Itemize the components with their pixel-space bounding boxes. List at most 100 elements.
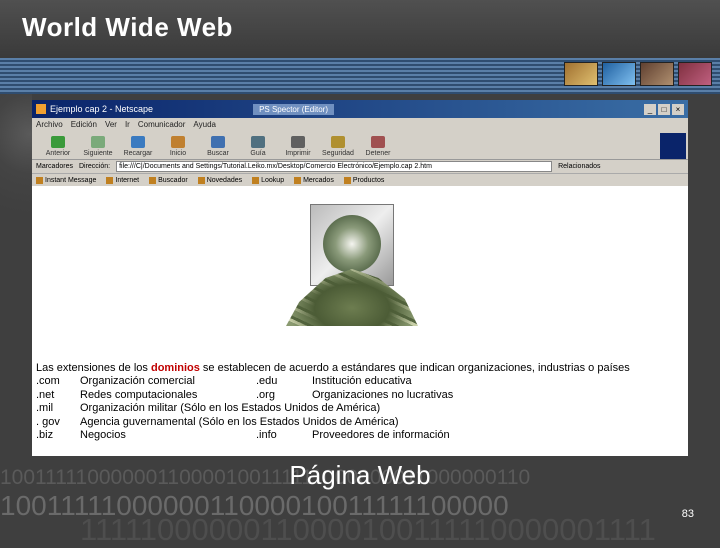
toolbar-label: Inicio xyxy=(169,150,187,157)
binary-decoration: 11111000000110000100111110000001111 xyxy=(80,512,656,547)
domain-extension: .info xyxy=(256,429,277,442)
domain-description: Organizaciones no lucrativas xyxy=(312,388,454,401)
bookmark-icon xyxy=(252,176,260,184)
domains-link[interactable]: dominios xyxy=(151,362,200,374)
netscape-window-icon xyxy=(36,104,46,114)
netscape-logo-icon xyxy=(660,133,686,159)
search-icon xyxy=(211,136,225,148)
domain-extension: .net xyxy=(36,388,55,401)
thumbnail-image xyxy=(602,62,636,86)
siguiente-button[interactable]: Siguiente xyxy=(78,136,118,159)
menu-item[interactable]: Comunicador xyxy=(138,120,186,129)
bookmark-icon xyxy=(197,176,205,184)
menu-item[interactable]: Edición xyxy=(71,120,97,129)
domain-info: Las extensiones de los dominios se estab… xyxy=(36,362,630,442)
bookmark-link[interactable]: Novedades xyxy=(197,176,242,184)
slide-title: World Wide Web xyxy=(22,12,233,42)
toolbar-label: Imprimir xyxy=(285,150,311,157)
toolbar-label: Anterior xyxy=(45,150,71,157)
bookmark-link[interactable]: Lookup xyxy=(252,176,284,184)
domain-description: Agencia guvernamental (Sólo en los Estad… xyxy=(80,415,399,428)
bookmark-link[interactable]: Internet xyxy=(106,176,139,184)
menu-item[interactable]: Archivo xyxy=(36,120,63,129)
related-button[interactable]: Relacionados xyxy=(558,163,600,170)
toolbar-label: Siguiente xyxy=(83,150,113,157)
guide-icon xyxy=(251,136,265,148)
domain-extension: .com xyxy=(36,375,60,388)
toolbar-label: Detener xyxy=(365,150,391,157)
guía-button[interactable]: Guía xyxy=(238,136,278,159)
slide-header: World Wide Web xyxy=(0,0,720,58)
slide-number: 83 xyxy=(681,508,694,520)
domain-row: .mil Organización militar (Sólo en los Es… xyxy=(36,402,630,415)
domain-row: .net Redes computacionales .org Organizacio… xyxy=(36,389,630,402)
menu-bar: Archivo Edición Ver Ir Comunicador Ayuda xyxy=(32,118,688,131)
domain-extension: .edu xyxy=(256,375,278,388)
domain-extension: . gov xyxy=(36,415,60,428)
toolbar-label: Guía xyxy=(250,150,266,157)
maximize-icon[interactable]: □ xyxy=(658,103,670,115)
bookmark-link[interactable]: Productos xyxy=(343,176,384,184)
web-page-content: Las extensiones de los dominios se estab… xyxy=(32,186,688,456)
domain-row: .biz Negocios .info Proveedores de informac… xyxy=(36,429,630,442)
seguridad-button[interactable]: Seguridad xyxy=(318,136,358,159)
window-controls: _ □ × xyxy=(644,103,684,115)
thumbnail-image xyxy=(564,62,598,86)
domain-extension: .org xyxy=(256,388,275,401)
slide-caption: Página Web xyxy=(289,460,431,490)
recargar-button[interactable]: Recargar xyxy=(118,136,158,159)
buscar-button[interactable]: Buscar xyxy=(198,136,238,159)
money-pile-image xyxy=(286,269,418,326)
thumbnail-image xyxy=(678,62,712,86)
domain-description: Organización comercial xyxy=(80,375,195,388)
reload-icon xyxy=(131,136,145,148)
anterior-button[interactable]: Anterior xyxy=(38,136,78,159)
toolbar-label: Seguridad xyxy=(322,150,354,157)
bookmark-link[interactable]: Instant Message xyxy=(36,176,96,184)
bookmark-icon xyxy=(294,176,302,184)
menu-item[interactable]: Ver xyxy=(105,120,117,129)
bookmark-link[interactable]: Buscador xyxy=(149,176,188,184)
minimize-icon[interactable]: _ xyxy=(644,103,656,115)
thumbnail-image xyxy=(640,62,674,86)
domain-description: Organización militar (Sólo en los Estado… xyxy=(80,402,381,415)
address-bar: Marcadores Dirección: file:///C|/Documen… xyxy=(32,160,688,174)
decorative-swirl xyxy=(0,94,32,454)
print-icon xyxy=(291,136,305,148)
domain-intro: Las extensiones de los dominios se estab… xyxy=(36,362,630,374)
domain-extension: .mil xyxy=(36,402,54,415)
detener-button[interactable]: Detener xyxy=(358,136,398,159)
inicio-button[interactable]: Inicio xyxy=(158,136,198,159)
bookmark-icon xyxy=(343,176,351,184)
lock-icon xyxy=(331,136,345,148)
address-input[interactable]: file:///C|/Documents and Settings/Tutori… xyxy=(116,161,553,172)
header-thumbnails xyxy=(564,62,712,86)
forward-arrow-icon xyxy=(91,136,105,148)
domain-row: .com Organización comercial .edu Institució… xyxy=(36,375,630,388)
browser-window: Ejemplo cap 2 - Netscape PS Spector (Edi… xyxy=(32,100,688,456)
menu-item[interactable]: Ir xyxy=(125,120,130,129)
bookmark-icon xyxy=(36,176,43,184)
toolbar-label: Recargar xyxy=(123,150,153,157)
domain-description: Proveedores de información xyxy=(312,429,450,442)
domain-extension: .biz xyxy=(36,429,54,442)
domain-description: Redes computacionales xyxy=(80,388,198,401)
bookmark-link[interactable]: Mercados xyxy=(294,176,334,184)
stop-icon xyxy=(371,136,385,148)
bookmark-icon xyxy=(149,176,157,184)
domain-description: Institución educativa xyxy=(312,375,412,388)
browser-titlebar: Ejemplo cap 2 - Netscape PS Spector (Edi… xyxy=(32,100,688,118)
address-label: Dirección: xyxy=(78,163,111,170)
close-icon[interactable]: × xyxy=(672,103,684,115)
back-arrow-icon xyxy=(51,136,65,148)
toolbar-label: Buscar xyxy=(207,150,229,157)
imprimir-button[interactable]: Imprimir xyxy=(278,136,318,159)
navigation-toolbar: Anterior Siguiente Recargar Inicio Buscar Guí… xyxy=(32,131,688,160)
menu-item[interactable]: Ayuda xyxy=(193,120,216,129)
domain-list: .com Organización comercial .edu Institució… xyxy=(36,375,630,442)
home-icon xyxy=(171,136,185,148)
bookmark-icon xyxy=(106,176,114,184)
bookmarks-button[interactable]: Marcadores xyxy=(36,163,73,170)
taskbar-item[interactable]: PS Spector (Editor) xyxy=(253,103,334,115)
domain-description: Negocios xyxy=(80,429,126,442)
